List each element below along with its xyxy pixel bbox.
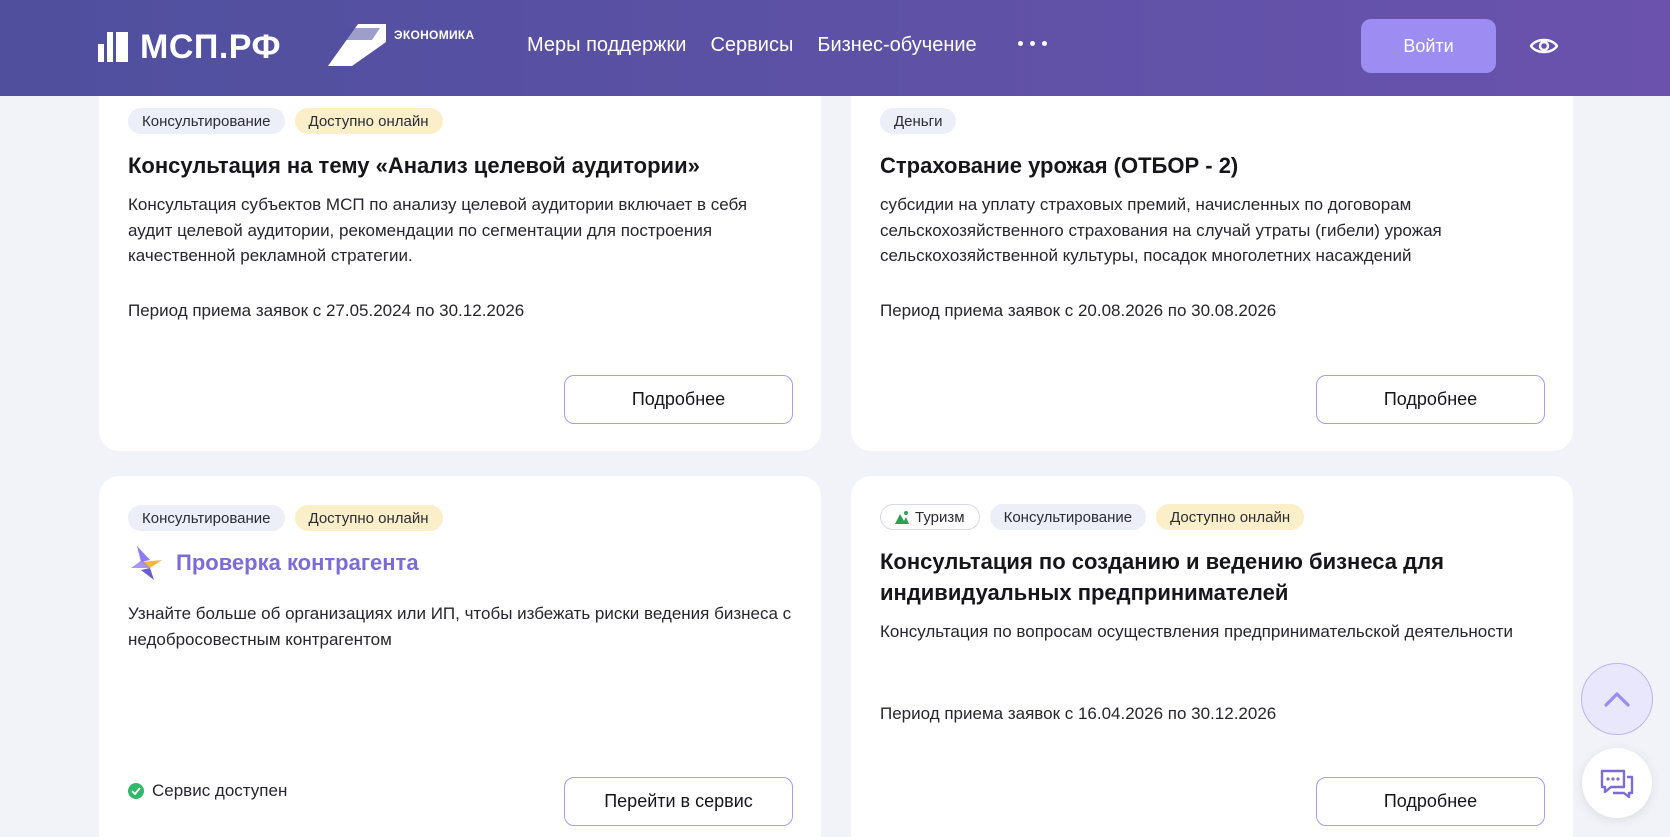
tourism-icon (895, 511, 909, 524)
lightning-icon (131, 546, 162, 580)
go-to-service-button[interactable]: Перейти в сервис (564, 777, 793, 826)
login-button[interactable]: Войти (1361, 19, 1496, 73)
msp-logo-mark-icon (98, 32, 130, 62)
details-button[interactable]: Подробнее (1316, 777, 1545, 826)
card-description: Консультация субъектов МСП по анализу це… (128, 195, 748, 265)
tag-online[interactable]: Доступно онлайн (1156, 504, 1305, 530)
chat-icon (1600, 769, 1634, 798)
tag-list: Консультирование Доступно онлайн (128, 108, 443, 134)
national-projects-logo-icon[interactable] (328, 24, 386, 66)
card-period: Период приема заявок с 20.08.2026 по 30.… (880, 301, 1277, 320)
tag-list: Консультирование Доступно онлайн (128, 505, 443, 531)
service-status-text: Сервис доступен (152, 781, 288, 800)
check-icon (128, 783, 144, 799)
more-dots-icon[interactable] (1018, 37, 1047, 50)
tag-tourism[interactable]: Туризм (880, 504, 980, 530)
logo-text: МСП.РФ (140, 28, 282, 66)
card-title[interactable]: Консультация по созданию и ведению бизне… (880, 546, 1544, 608)
scroll-top-button[interactable] (1581, 663, 1653, 735)
service-title-text: Проверка контрагента (176, 550, 419, 575)
national-projects-label: ЭКОНОМИКА (394, 28, 475, 42)
msp-logo[interactable]: МСП.РФ (98, 28, 282, 66)
tag-online[interactable]: Доступно онлайн (294, 505, 443, 531)
service-card: Консультирование Доступно онлайн Проверк… (99, 476, 821, 837)
card-title[interactable]: Консультация на тему «Анализ целевой ауд… (128, 150, 792, 181)
main-nav: Меры поддержки Сервисы Бизнес-обучение (527, 34, 977, 57)
tag-money[interactable]: Деньги (880, 108, 957, 134)
details-button[interactable]: Подробнее (1316, 375, 1545, 424)
service-title[interactable]: Проверка контрагента (128, 546, 419, 580)
service-status: Сервис доступен (128, 781, 287, 801)
chat-button[interactable] (1582, 748, 1652, 818)
tag-consulting[interactable]: Консультирование (128, 108, 285, 134)
support-card: Туризм Консультирование Доступно онлайн … (851, 476, 1573, 837)
card-description: субсидии на уплату страховых премий, нач… (880, 195, 1442, 265)
card-description: Консультация по вопросам осуществления п… (880, 622, 1514, 641)
details-button[interactable]: Подробнее (564, 375, 793, 424)
card-description: Узнайте больше об организациях или ИП, ч… (128, 604, 792, 649)
nav-services[interactable]: Сервисы (710, 34, 793, 57)
card-title[interactable]: Страхование урожая (ОТБОР - 2) (880, 150, 1544, 181)
tag-tourism-label: Туризм (915, 508, 965, 526)
support-card: Консультирование Доступно онлайн Консуль… (99, 70, 821, 451)
support-card: Деньги Страхование урожая (ОТБОР - 2) су… (851, 70, 1573, 451)
chevron-up-icon (1604, 692, 1630, 707)
tag-list: Деньги (880, 108, 957, 134)
card-period: Период приема заявок с 16.04.2026 по 30.… (880, 704, 1277, 723)
nav-business-education[interactable]: Бизнес-обучение (817, 34, 976, 57)
site-header: МСП.РФ ЭКОНОМИКА Меры поддержки Сервисы … (0, 0, 1670, 96)
tag-consulting[interactable]: Консультирование (128, 505, 285, 531)
card-period: Период приема заявок с 27.05.2024 по 30.… (128, 301, 525, 320)
eye-icon[interactable] (1528, 32, 1560, 60)
tag-list: Туризм Консультирование Доступно онлайн (880, 504, 1305, 530)
nav-support-measures[interactable]: Меры поддержки (527, 34, 686, 57)
tag-consulting[interactable]: Консультирование (989, 504, 1147, 530)
tag-online[interactable]: Доступно онлайн (294, 108, 443, 134)
